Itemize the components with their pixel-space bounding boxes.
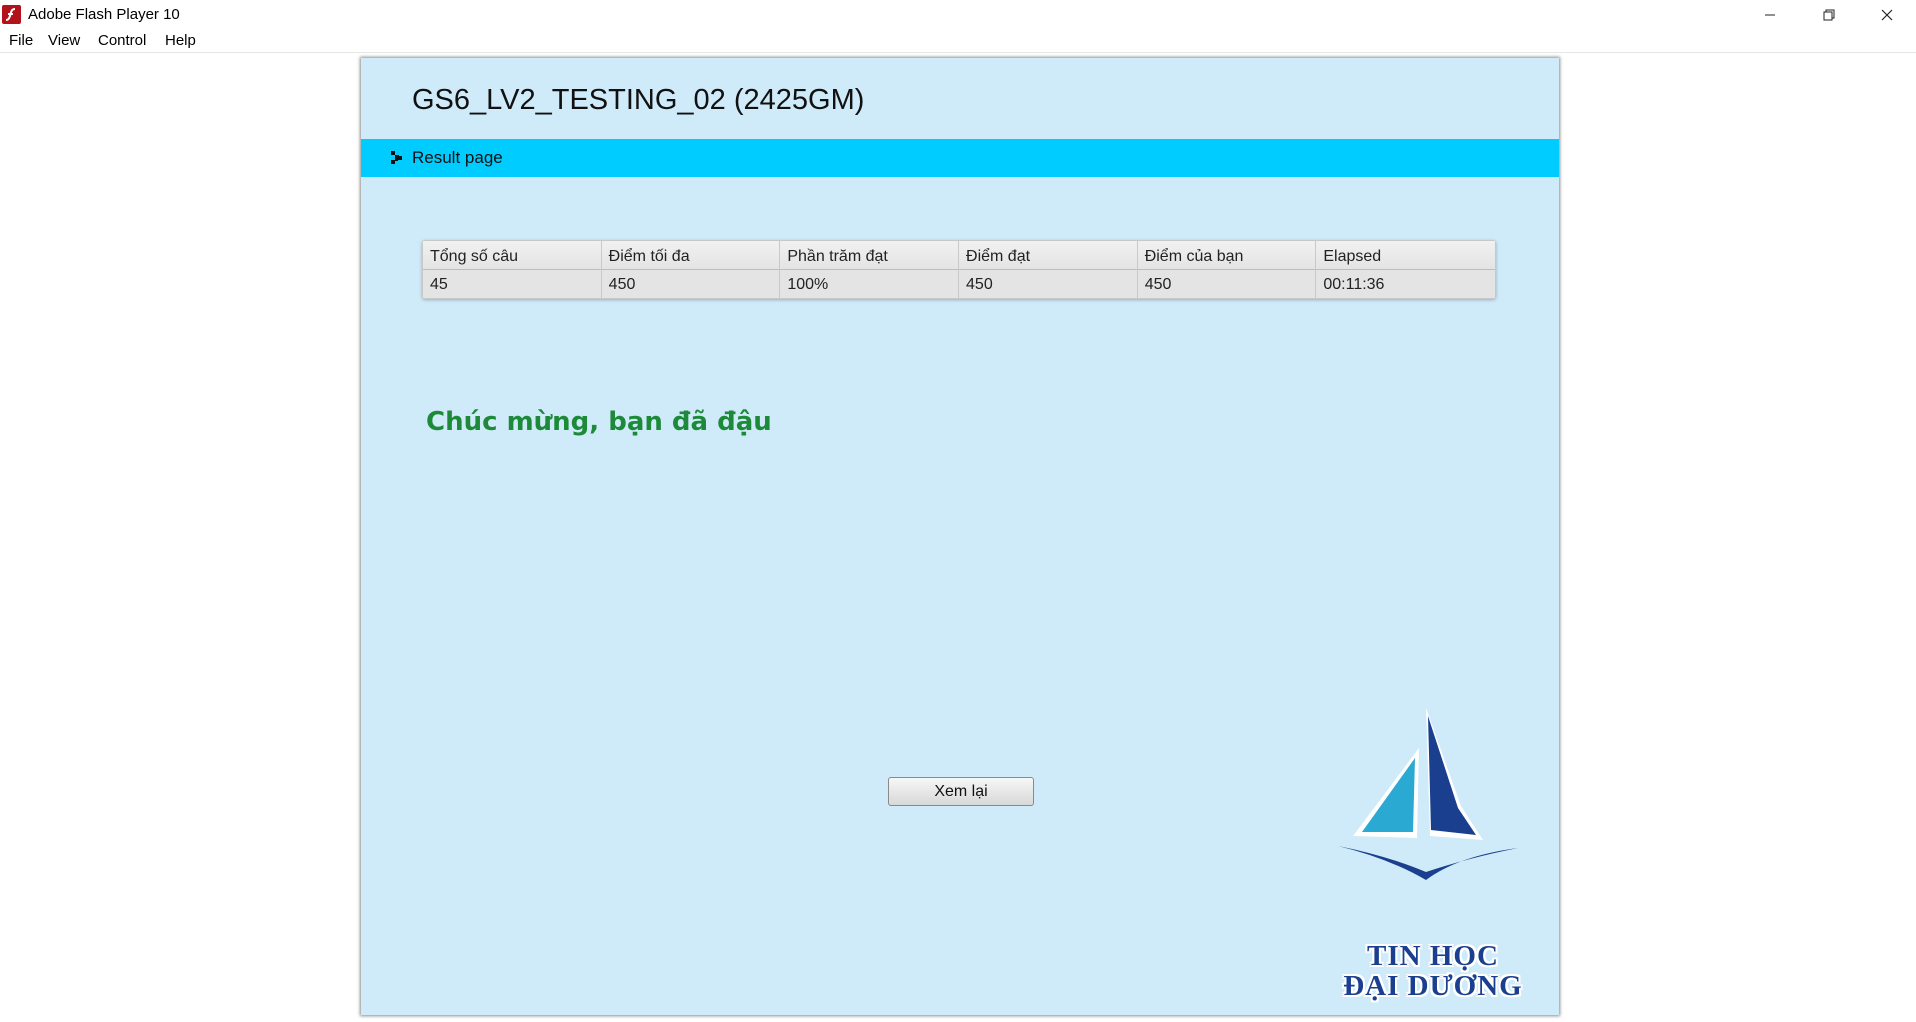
- section-bar: Result page: [361, 139, 1559, 177]
- bullet-icon: [391, 151, 402, 164]
- column-header: Elapsed: [1316, 241, 1496, 270]
- menu-control[interactable]: Control: [98, 32, 146, 49]
- column-value: 00:11:36: [1316, 270, 1496, 298]
- result-column: Điểm đạt 450: [959, 241, 1138, 298]
- column-header: Điểm đạt: [959, 241, 1137, 270]
- result-column: Elapsed 00:11:36: [1316, 241, 1496, 298]
- column-value: 45: [423, 270, 601, 298]
- flash-player-icon: [2, 5, 21, 24]
- column-header: Điểm của bạn: [1137, 241, 1316, 270]
- logo: TIN HỌC ĐẠI DƯƠNG: [1318, 708, 1548, 1008]
- minimize-icon: [1765, 14, 1775, 15]
- menu-bar: File View Control Help: [0, 29, 1916, 53]
- review-button[interactable]: Xem lại: [888, 777, 1034, 806]
- menu-view[interactable]: View: [48, 32, 80, 49]
- result-column: Phần trăm đạt 100%: [780, 241, 960, 298]
- pass-message: Chúc mừng, bạn đã đậu: [426, 407, 772, 437]
- restore-icon: [1823, 9, 1835, 20]
- result-column: Điểm của bạn 450: [1137, 241, 1317, 298]
- menu-help[interactable]: Help: [165, 32, 196, 49]
- close-icon: [1881, 9, 1893, 20]
- column-value: 450: [601, 270, 780, 298]
- result-table: Tổng số câu 45 Điểm tối đa 450 Phần trăm…: [422, 240, 1496, 299]
- window-title: Adobe Flash Player 10: [28, 6, 180, 23]
- result-column: Điểm tối đa 450: [601, 241, 781, 298]
- exam-title: GS6_LV2_TESTING_02 (2425GM): [412, 84, 865, 116]
- result-column: Tổng số câu 45: [423, 241, 602, 298]
- menu-file[interactable]: File: [9, 32, 33, 49]
- sailboat-icon: [1338, 708, 1518, 880]
- column-header: Tổng số câu: [423, 241, 601, 270]
- title-bar: Adobe Flash Player 10: [0, 0, 1916, 29]
- flash-stage: GS6_LV2_TESTING_02 (2425GM) Result page …: [361, 58, 1559, 1015]
- column-value: 450: [959, 270, 1137, 298]
- minimize-button[interactable]: [1741, 0, 1799, 29]
- section-label: Result page: [412, 148, 503, 167]
- restore-button[interactable]: [1800, 0, 1858, 29]
- column-header: Phần trăm đạt: [780, 241, 959, 270]
- column-header: Điểm tối đa: [601, 241, 780, 270]
- column-value: 450: [1137, 270, 1316, 298]
- close-button[interactable]: [1858, 0, 1916, 29]
- column-value: 100%: [780, 270, 959, 298]
